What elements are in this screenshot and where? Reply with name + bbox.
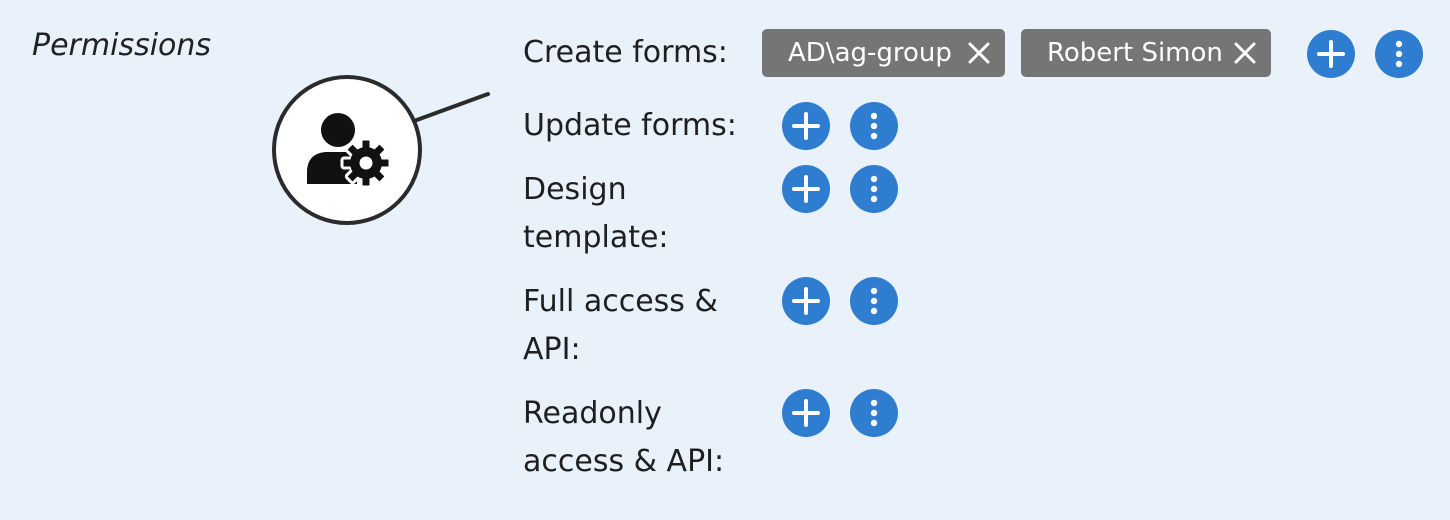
more-vertical-icon — [870, 287, 878, 315]
user-settings-callout — [272, 75, 422, 225]
add-readonly-access-api-button[interactable] — [782, 389, 830, 437]
more-vertical-icon — [870, 112, 878, 140]
more-design-template-button[interactable] — [850, 165, 898, 213]
more-full-access-api-button[interactable] — [850, 277, 898, 325]
more-create-forms-button[interactable] — [1375, 30, 1423, 78]
plus-icon — [792, 175, 820, 203]
assignee-chip: Robert Simon — [1021, 29, 1271, 77]
more-vertical-icon — [1395, 40, 1403, 68]
full-access-api-label-line2: API: — [523, 332, 581, 367]
plus-icon — [792, 112, 820, 140]
more-vertical-icon — [870, 175, 878, 203]
assignee-chip-label: Robert Simon — [1047, 38, 1223, 68]
add-create-forms-button[interactable] — [1307, 30, 1355, 78]
plus-icon — [1317, 40, 1345, 68]
full-access-api-label-line1: Full access & — [523, 284, 718, 319]
add-design-template-button[interactable] — [782, 165, 830, 213]
plus-icon — [792, 287, 820, 315]
more-vertical-icon — [870, 399, 878, 427]
readonly-access-api-label-line2: access & API: — [523, 444, 725, 479]
add-update-forms-button[interactable] — [782, 102, 830, 150]
update-forms-label: Update forms: — [523, 108, 737, 143]
plus-icon — [792, 399, 820, 427]
add-full-access-api-button[interactable] — [782, 277, 830, 325]
user-settings-icon — [307, 113, 392, 189]
callout-line — [412, 92, 490, 123]
assignee-chip: AD\ag-group — [762, 29, 1005, 77]
readonly-access-api-label-line1: Readonly — [523, 396, 662, 431]
more-update-forms-button[interactable] — [850, 102, 898, 150]
close-icon[interactable] — [965, 39, 993, 67]
more-readonly-access-api-button[interactable] — [850, 389, 898, 437]
create-forms-label: Create forms: — [523, 35, 728, 70]
assignee-chip-label: AD\ag-group — [788, 38, 952, 68]
section-title: Permissions — [32, 28, 212, 63]
design-template-label-line2: template: — [523, 220, 669, 255]
design-template-label-line1: Design — [523, 172, 627, 207]
close-icon[interactable] — [1231, 39, 1259, 67]
